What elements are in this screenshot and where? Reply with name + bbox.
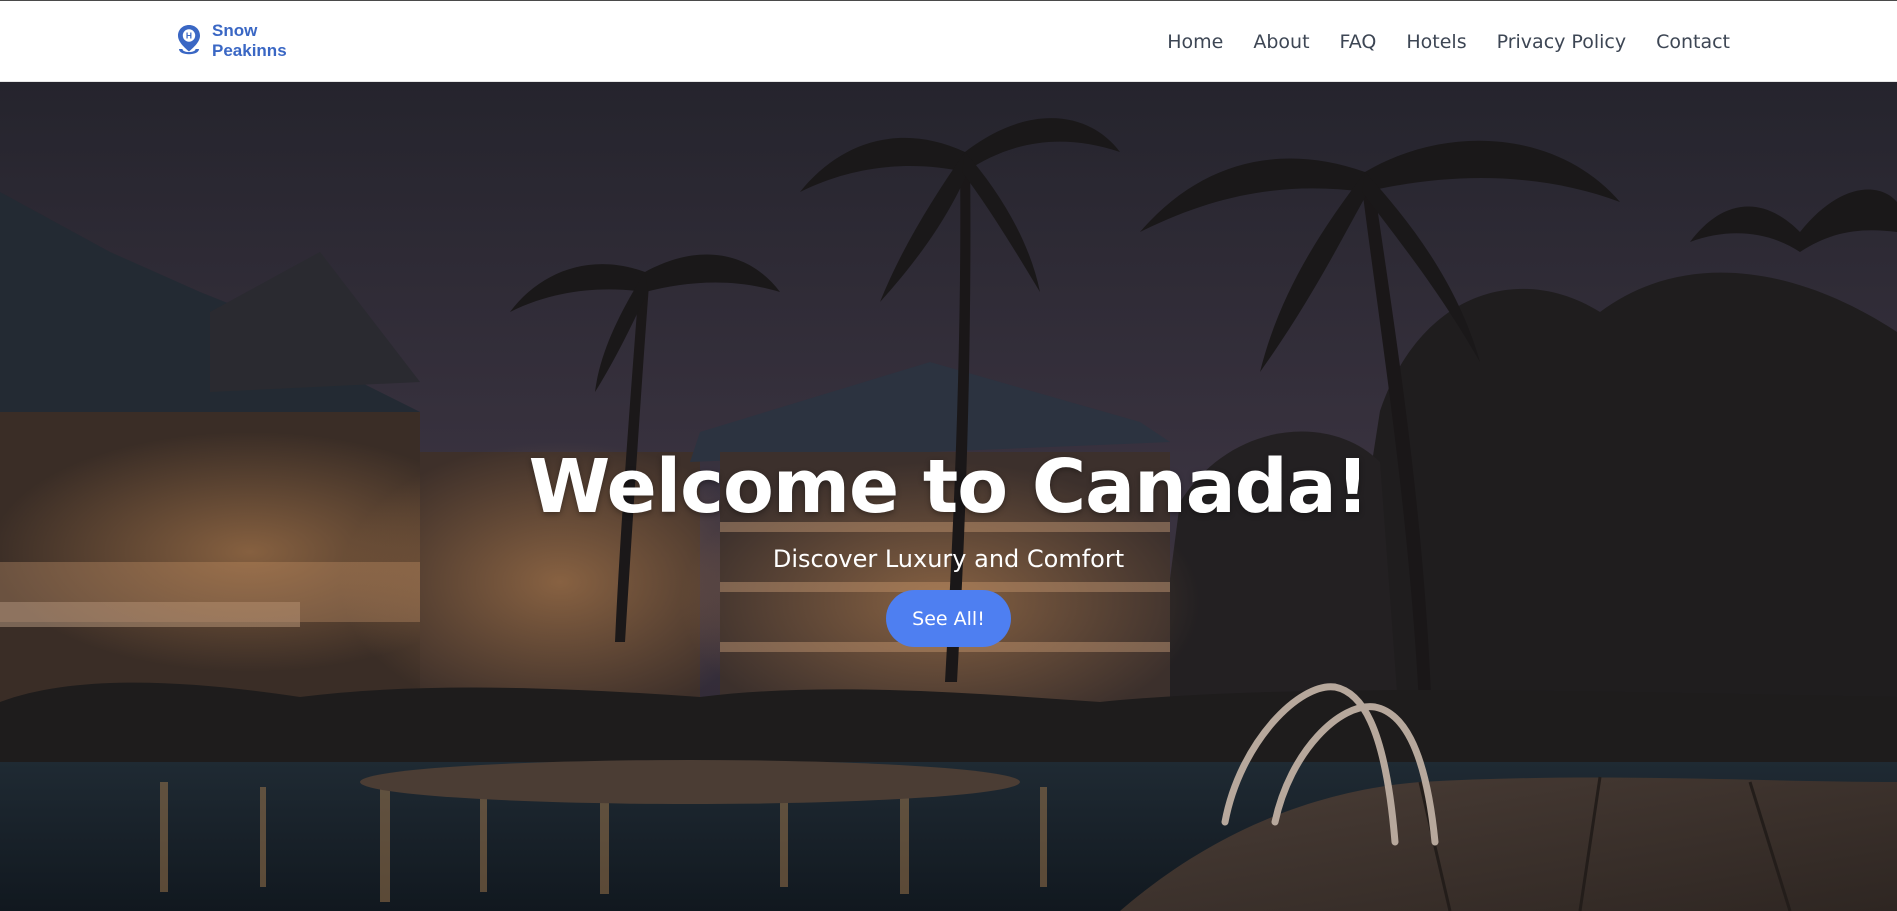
hero-subtitle: Discover Luxury and Comfort: [772, 545, 1125, 573]
hero-content: Welcome to Canada! Discover Luxury and C…: [0, 442, 1897, 647]
main-nav: Home About FAQ Hotels Privacy Policy Con…: [1167, 1, 1730, 83]
hotel-location-pin-icon: H: [178, 25, 200, 55]
hero-title: Welcome to Canada!: [528, 444, 1370, 530]
navbar: H Snow Peakinns Home About FAQ Hotels Pr…: [0, 0, 1897, 82]
nav-item-contact: Contact: [1656, 31, 1730, 53]
nav-item-privacy-policy: Privacy Policy: [1497, 31, 1626, 53]
brand-name-line2: Peakinns: [212, 41, 287, 60]
page: H Snow Peakinns Home About FAQ Hotels Pr…: [0, 0, 1897, 911]
nav-link-home[interactable]: Home: [1167, 31, 1223, 53]
svg-text:H: H: [186, 31, 192, 41]
hero-section: Welcome to Canada! Discover Luxury and C…: [0, 82, 1897, 911]
brand-logo-link[interactable]: H Snow Peakinns: [176, 21, 287, 61]
nav-link-faq[interactable]: FAQ: [1340, 31, 1377, 53]
nav-link-contact[interactable]: Contact: [1656, 31, 1730, 53]
nav-link-hotels[interactable]: Hotels: [1406, 31, 1466, 53]
nav-link-about[interactable]: About: [1253, 31, 1309, 53]
nav-item-hotels: Hotels: [1406, 31, 1466, 53]
brand-name-line1: Snow: [212, 21, 258, 40]
nav-item-faq: FAQ: [1340, 31, 1377, 53]
nav-item-home: Home: [1167, 31, 1223, 53]
nav-link-privacy-policy[interactable]: Privacy Policy: [1497, 31, 1626, 53]
nav-item-about: About: [1253, 31, 1309, 53]
see-all-button[interactable]: See All!: [886, 590, 1011, 647]
brand-name: Snow Peakinns: [212, 21, 287, 61]
